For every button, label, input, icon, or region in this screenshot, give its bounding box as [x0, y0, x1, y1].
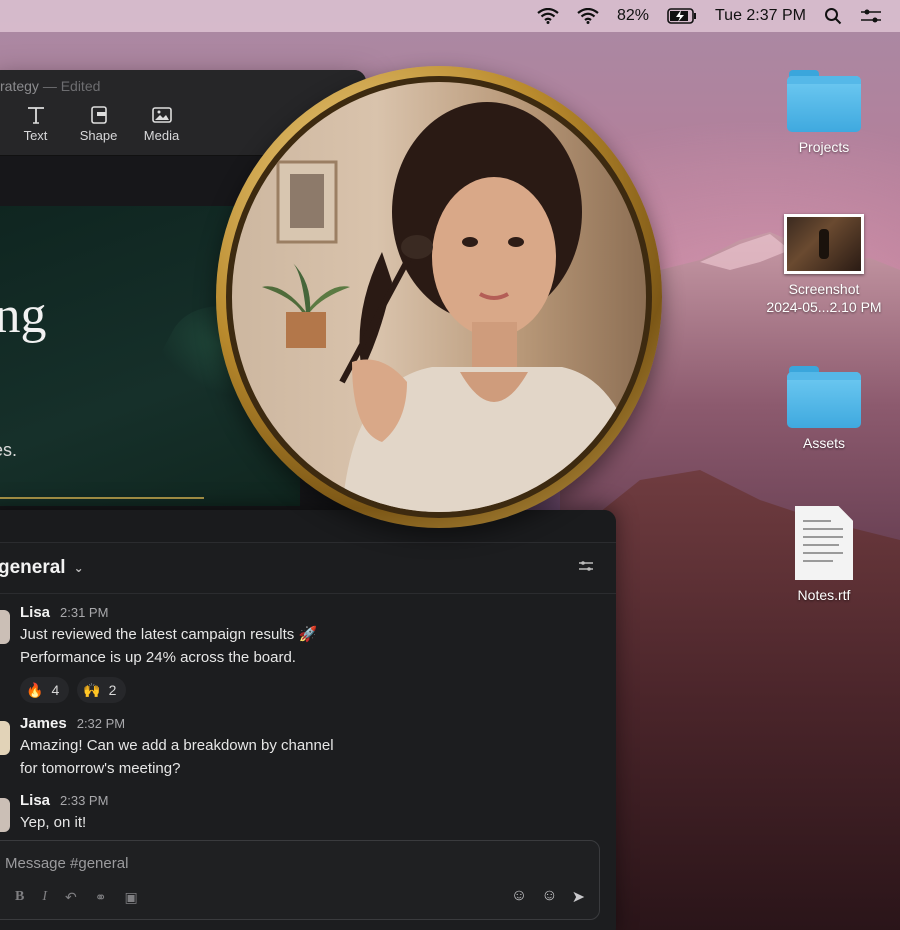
message-text-line: Amazing! Can we add a breakdown by chann…: [20, 737, 334, 754]
toolbar-media-button[interactable]: Media: [130, 102, 193, 155]
slack-window[interactable]: general ⌄ Lisa 2:31 PM Just reviewed the…: [0, 510, 616, 930]
message-list: Lisa 2:31 PM Just reviewed the latest ca…: [0, 604, 616, 834]
toolbar-label: Shape: [79, 128, 118, 143]
menu-bar: 82% Tue 2:37 PM: [0, 0, 900, 32]
shape-icon: [89, 102, 109, 128]
message-time[interactable]: 2:31 PM: [60, 605, 108, 620]
desktop-icon-label: Assets: [802, 435, 845, 451]
desktop-icon-label: Screenshot 2024-05...2.10 PM: [766, 281, 882, 315]
raised-hands-emoji: 🙌: [83, 681, 101, 698]
folder-icon: [787, 70, 861, 132]
message-text-line: for tomorrow's meeting?: [20, 760, 181, 777]
message-author[interactable]: James: [20, 715, 67, 732]
media-icon: [151, 102, 173, 128]
screenshot-thumbnail-icon: [784, 214, 864, 274]
message-time[interactable]: 2:32 PM: [77, 716, 125, 731]
bold-icon[interactable]: B: [15, 889, 24, 906]
toolbar-label: Text: [23, 128, 48, 143]
channel-name: general: [0, 557, 66, 578]
desktop-icon-label: Projects: [798, 139, 850, 155]
desktop-icon-projects[interactable]: Projects: [764, 70, 884, 156]
channel-settings-icon[interactable]: [578, 559, 594, 577]
text-icon: [26, 102, 46, 128]
desktop-icon-assets[interactable]: Assets: [764, 366, 884, 452]
document-title: rategy: [0, 78, 39, 94]
slide-title: ing: [0, 287, 47, 344]
window-titlebar[interactable]: rategy — Edited: [0, 70, 366, 102]
portrait-illustration: [262, 102, 646, 512]
message[interactable]: Lisa 2:33 PM Yep, on it!: [0, 792, 616, 834]
battery-percentage[interactable]: 82%: [617, 7, 649, 25]
search-icon[interactable]: [824, 7, 842, 25]
message-text-line: Performance is up 24% across the board.: [20, 649, 296, 666]
message[interactable]: Lisa 2:31 PM Just reviewed the latest ca…: [0, 604, 616, 703]
reaction-count: 4: [51, 682, 60, 698]
rtf-document-icon: [795, 506, 853, 580]
message-text-line: Just reviewed the latest campaign result…: [20, 626, 318, 643]
message-input[interactable]: Message #general: [5, 855, 128, 872]
toolbar-label: Media: [143, 128, 180, 143]
message-composer[interactable]: Message #general B I ↶ ⚭ ▣ ☺ ☺ ➤: [0, 840, 600, 920]
reaction-raised-hands[interactable]: 🙌 2: [77, 677, 127, 703]
link-icon[interactable]: ⚭: [95, 889, 107, 906]
reaction-fire[interactable]: 🔥 4: [20, 677, 70, 703]
italic-icon[interactable]: I: [42, 889, 47, 906]
wifi-icon[interactable]: [537, 8, 559, 24]
mention-icon[interactable]: ☺: [541, 887, 557, 907]
folder-icon: [787, 366, 861, 428]
desktop-icon-notes[interactable]: Notes.rtf: [764, 506, 884, 604]
toolbar-shape-button[interactable]: Shape: [67, 102, 130, 155]
message-text-line: Yep, on it!: [20, 814, 87, 831]
edited-status: — Edited: [42, 78, 101, 94]
strikethrough-icon[interactable]: ↶: [65, 889, 77, 906]
avatar[interactable]: [0, 610, 10, 644]
send-icon[interactable]: ➤: [572, 887, 585, 907]
portrait-photo: [232, 82, 646, 512]
message[interactable]: James 2:32 PM Amazing! Can we add a brea…: [0, 715, 616, 780]
message-author[interactable]: Lisa: [20, 604, 50, 621]
clock[interactable]: Tue 2:37 PM: [715, 7, 806, 25]
avatar[interactable]: [0, 798, 10, 832]
window-titlebar[interactable]: [0, 510, 616, 542]
slide-divider: [0, 497, 204, 499]
desktop-icon-screenshot[interactable]: Screenshot 2024-05...2.10 PM: [764, 214, 884, 316]
toolbar-text-button[interactable]: Text: [4, 102, 67, 155]
message-author[interactable]: Lisa: [20, 792, 50, 809]
desktop-icon-label: Notes.rtf: [797, 587, 851, 603]
fire-emoji: 🔥: [26, 681, 44, 698]
wifi-icon[interactable]: [577, 8, 599, 24]
slide-subtitle: ives.: [0, 440, 18, 460]
attachment-icon[interactable]: ▣: [124, 889, 137, 906]
reaction-count: 2: [108, 682, 117, 698]
chevron-down-icon: ⌄: [73, 561, 84, 575]
battery-charging-icon[interactable]: [667, 8, 697, 24]
emoji-icon[interactable]: ☺: [511, 887, 527, 907]
control-center-icon[interactable]: [860, 8, 882, 24]
framed-portrait[interactable]: [216, 66, 662, 528]
channel-header: general ⌄: [0, 542, 616, 594]
message-time[interactable]: 2:33 PM: [60, 793, 108, 808]
channel-name-button[interactable]: general ⌄: [0, 557, 84, 579]
avatar[interactable]: [0, 721, 10, 755]
